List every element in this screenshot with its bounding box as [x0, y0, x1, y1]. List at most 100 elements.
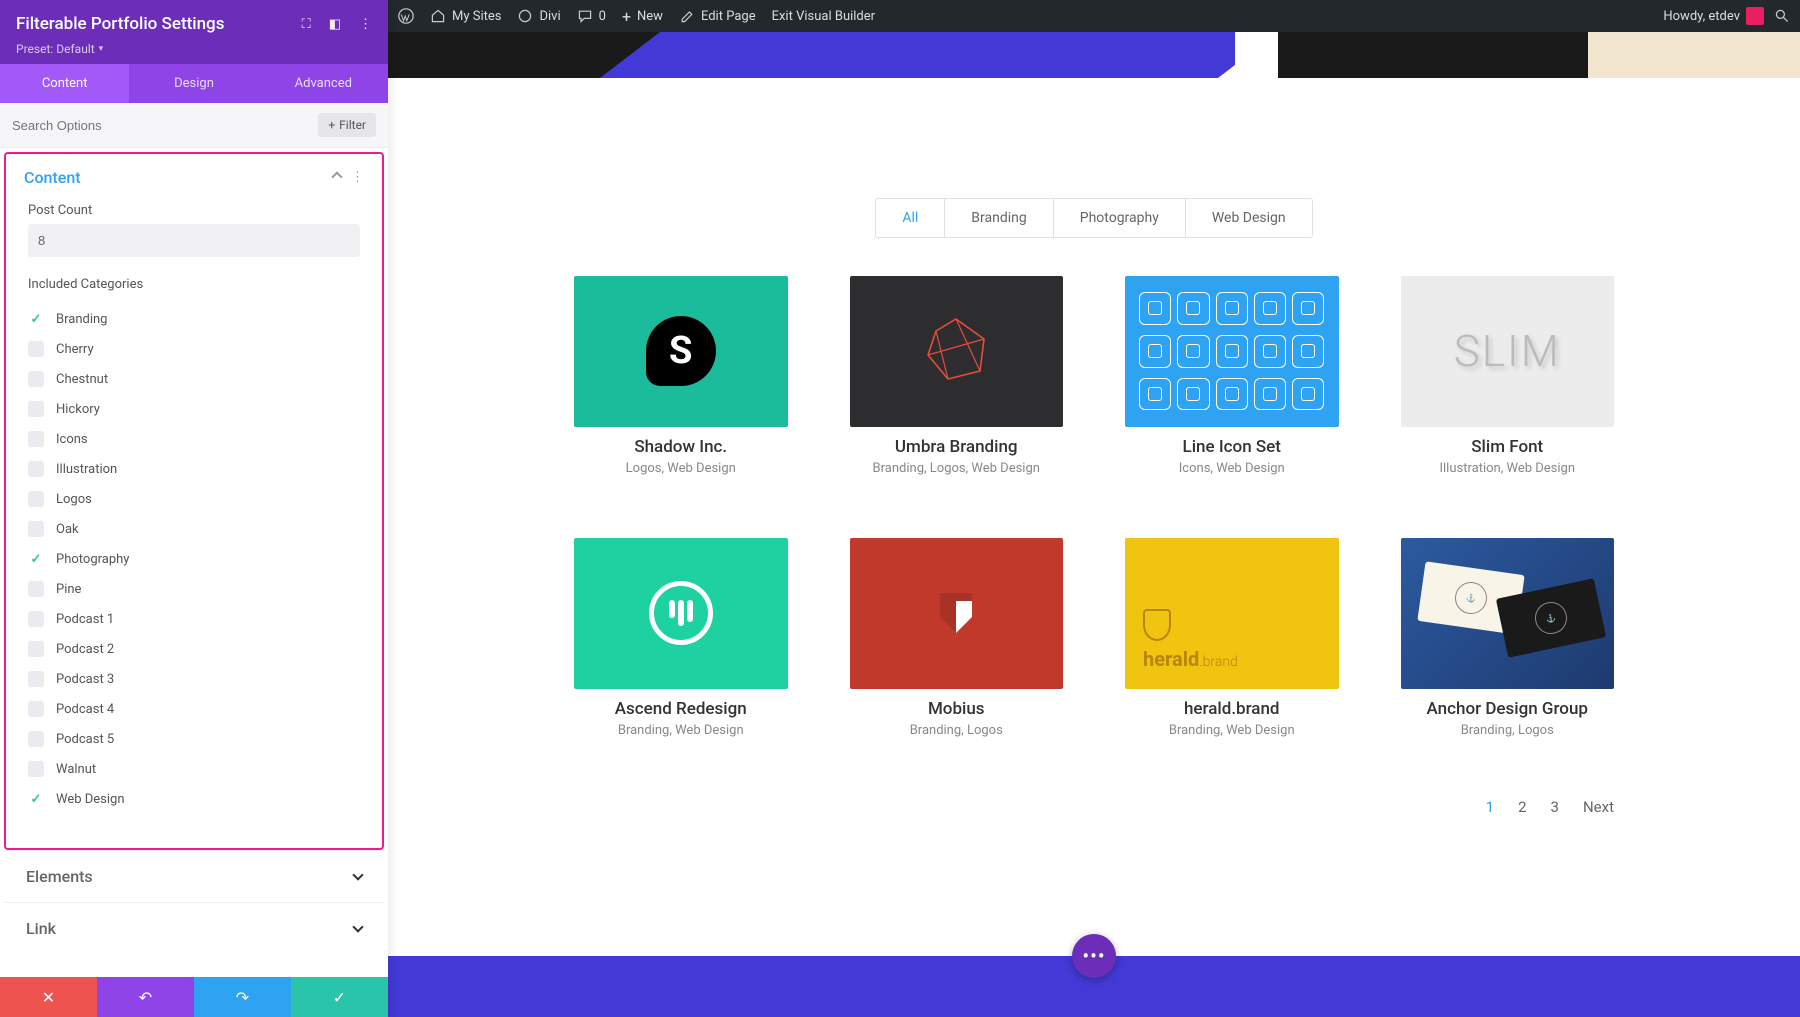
portfolio-item-meta: Branding, Logos, Web Design — [850, 461, 1064, 476]
category-item[interactable]: Cherry — [28, 334, 360, 364]
checkbox[interactable] — [28, 341, 44, 357]
category-item[interactable]: Illustration — [28, 454, 360, 484]
preset-selector[interactable]: Preset: Default▾ — [16, 42, 372, 56]
categories-list: Branding Cherry ChestnutHickoryIcons Illust… — [6, 298, 382, 814]
expand-icon[interactable]: ⛶ — [302, 17, 311, 32]
wordpress-logo-icon[interactable] — [398, 8, 414, 24]
category-label: Podcast 2 — [56, 642, 114, 657]
portfolio-thumbnail[interactable]: herald.brand — [1125, 538, 1339, 689]
category-item[interactable]: Oak — [28, 514, 360, 544]
portfolio-grid: S Shadow Inc. Logos, Web Design Umbra Br… — [574, 276, 1614, 738]
page-number[interactable]: 3 — [1551, 798, 1559, 816]
dock-icon[interactable]: ◧ — [329, 17, 341, 32]
portfolio-thumbnail[interactable] — [1125, 276, 1339, 427]
portfolio-item[interactable]: SLIM Slim Font Illustration, Web Design — [1401, 276, 1615, 476]
tab-advanced[interactable]: Advanced — [259, 64, 388, 103]
tab-design[interactable]: Design — [129, 64, 258, 103]
checkbox[interactable] — [28, 641, 44, 657]
portfolio-thumbnail[interactable]: SLIM — [1401, 276, 1615, 427]
link-section-header[interactable]: Link — [4, 902, 384, 954]
category-item[interactable]: Logos — [28, 484, 360, 514]
search-icon[interactable] — [1774, 8, 1790, 24]
portfolio-item[interactable]: Line Icon Set Icons, Web Design — [1125, 276, 1339, 476]
filter-tab[interactable]: All — [876, 199, 945, 237]
hero-strip — [388, 32, 1800, 78]
cancel-button[interactable]: ✕ — [0, 977, 97, 1017]
edit-page-link[interactable]: Edit Page — [679, 8, 756, 24]
undo-button[interactable]: ↶ — [97, 977, 194, 1017]
my-sites-link[interactable]: My Sites — [430, 8, 501, 24]
category-item[interactable]: Web Design — [28, 784, 360, 814]
category-item[interactable]: Photography — [28, 544, 360, 574]
checkbox[interactable] — [28, 791, 44, 807]
footer-band: ••• — [388, 956, 1800, 1017]
checkbox[interactable] — [28, 611, 44, 627]
checkbox[interactable] — [28, 371, 44, 387]
portfolio-item[interactable]: herald.brand herald.brand Branding, Web … — [1125, 538, 1339, 738]
category-label: Illustration — [56, 462, 117, 477]
category-item[interactable]: Podcast 3 — [28, 664, 360, 694]
category-item[interactable]: Podcast 2 — [28, 634, 360, 664]
checkbox[interactable] — [28, 461, 44, 477]
kebab-menu-icon[interactable]: ⋮ — [359, 17, 372, 32]
chevron-up-icon[interactable] — [331, 171, 342, 182]
panel-header: Filterable Portfolio Settings ⛶ ◧ ⋮ Pres… — [0, 0, 388, 64]
portfolio-item[interactable]: Ascend Redesign Branding, Web Design — [574, 538, 788, 738]
post-count-input[interactable] — [28, 224, 360, 257]
tab-content[interactable]: Content — [0, 64, 129, 103]
category-item[interactable]: Branding — [28, 304, 360, 334]
portfolio-thumbnail[interactable] — [574, 538, 788, 689]
page-number[interactable]: 1 — [1486, 798, 1494, 816]
new-link[interactable]: +New — [622, 7, 663, 26]
portfolio-thumbnail[interactable]: S — [574, 276, 788, 427]
category-item[interactable]: Chestnut — [28, 364, 360, 394]
portfolio-item[interactable]: ⚓⚓ Anchor Design Group Branding, Logos — [1401, 538, 1615, 738]
portfolio-filters: AllBrandingPhotographyWeb Design — [574, 198, 1614, 238]
checkbox[interactable] — [28, 731, 44, 747]
portfolio-item[interactable]: S Shadow Inc. Logos, Web Design — [574, 276, 788, 476]
portfolio-item[interactable]: Mobius Branding, Logos — [850, 538, 1064, 738]
search-options-input[interactable] — [12, 113, 310, 137]
portfolio-item-title: Slim Font — [1401, 437, 1615, 457]
category-label: Cherry — [56, 342, 94, 357]
category-item[interactable]: Icons — [28, 424, 360, 454]
category-item[interactable]: Hickory — [28, 394, 360, 424]
user-greeting[interactable]: Howdy, etdev — [1663, 7, 1764, 25]
category-item[interactable]: Pine — [28, 574, 360, 604]
comments-link[interactable]: 0 — [577, 8, 606, 24]
checkbox[interactable] — [28, 521, 44, 537]
admin-bar: My Sites Divi 0 +New Edit Page Exit Visu… — [388, 0, 1800, 32]
checkbox[interactable] — [28, 311, 44, 327]
filter-tab[interactable]: Photography — [1054, 199, 1186, 237]
checkbox[interactable] — [28, 671, 44, 687]
category-item[interactable]: Podcast 4 — [28, 694, 360, 724]
redo-button[interactable]: ↷ — [194, 977, 291, 1017]
content-section-header[interactable]: Content ⋮ — [6, 154, 382, 195]
checkbox[interactable] — [28, 761, 44, 777]
checkbox[interactable] — [28, 431, 44, 447]
divi-link[interactable]: Divi — [517, 8, 560, 24]
checkbox[interactable] — [28, 401, 44, 417]
checkbox[interactable] — [28, 551, 44, 567]
filter-tab[interactable]: Web Design — [1186, 199, 1312, 237]
category-item[interactable]: Walnut — [28, 754, 360, 784]
section-menu-icon[interactable]: ⋮ — [351, 170, 364, 185]
save-button[interactable]: ✓ — [291, 977, 388, 1017]
checkbox[interactable] — [28, 491, 44, 507]
elements-section-header[interactable]: Elements — [4, 850, 384, 902]
page-number[interactable]: 2 — [1518, 798, 1526, 816]
filter-tab[interactable]: Branding — [945, 199, 1053, 237]
category-item[interactable]: Podcast 5 — [28, 724, 360, 754]
exit-builder-link[interactable]: Exit Visual Builder — [772, 9, 875, 24]
builder-fab-button[interactable]: ••• — [1072, 934, 1116, 978]
filter-button[interactable]: +Filter — [318, 113, 376, 137]
page-next[interactable]: Next — [1583, 798, 1614, 816]
portfolio-thumbnail[interactable] — [850, 538, 1064, 689]
checkbox[interactable] — [28, 581, 44, 597]
portfolio-thumbnail[interactable] — [850, 276, 1064, 427]
category-item[interactable]: Podcast 1 — [28, 604, 360, 634]
category-label: Oak — [56, 522, 79, 537]
checkbox[interactable] — [28, 701, 44, 717]
portfolio-thumbnail[interactable]: ⚓⚓ — [1401, 538, 1615, 689]
portfolio-item[interactable]: Umbra Branding Branding, Logos, Web Desi… — [850, 276, 1064, 476]
